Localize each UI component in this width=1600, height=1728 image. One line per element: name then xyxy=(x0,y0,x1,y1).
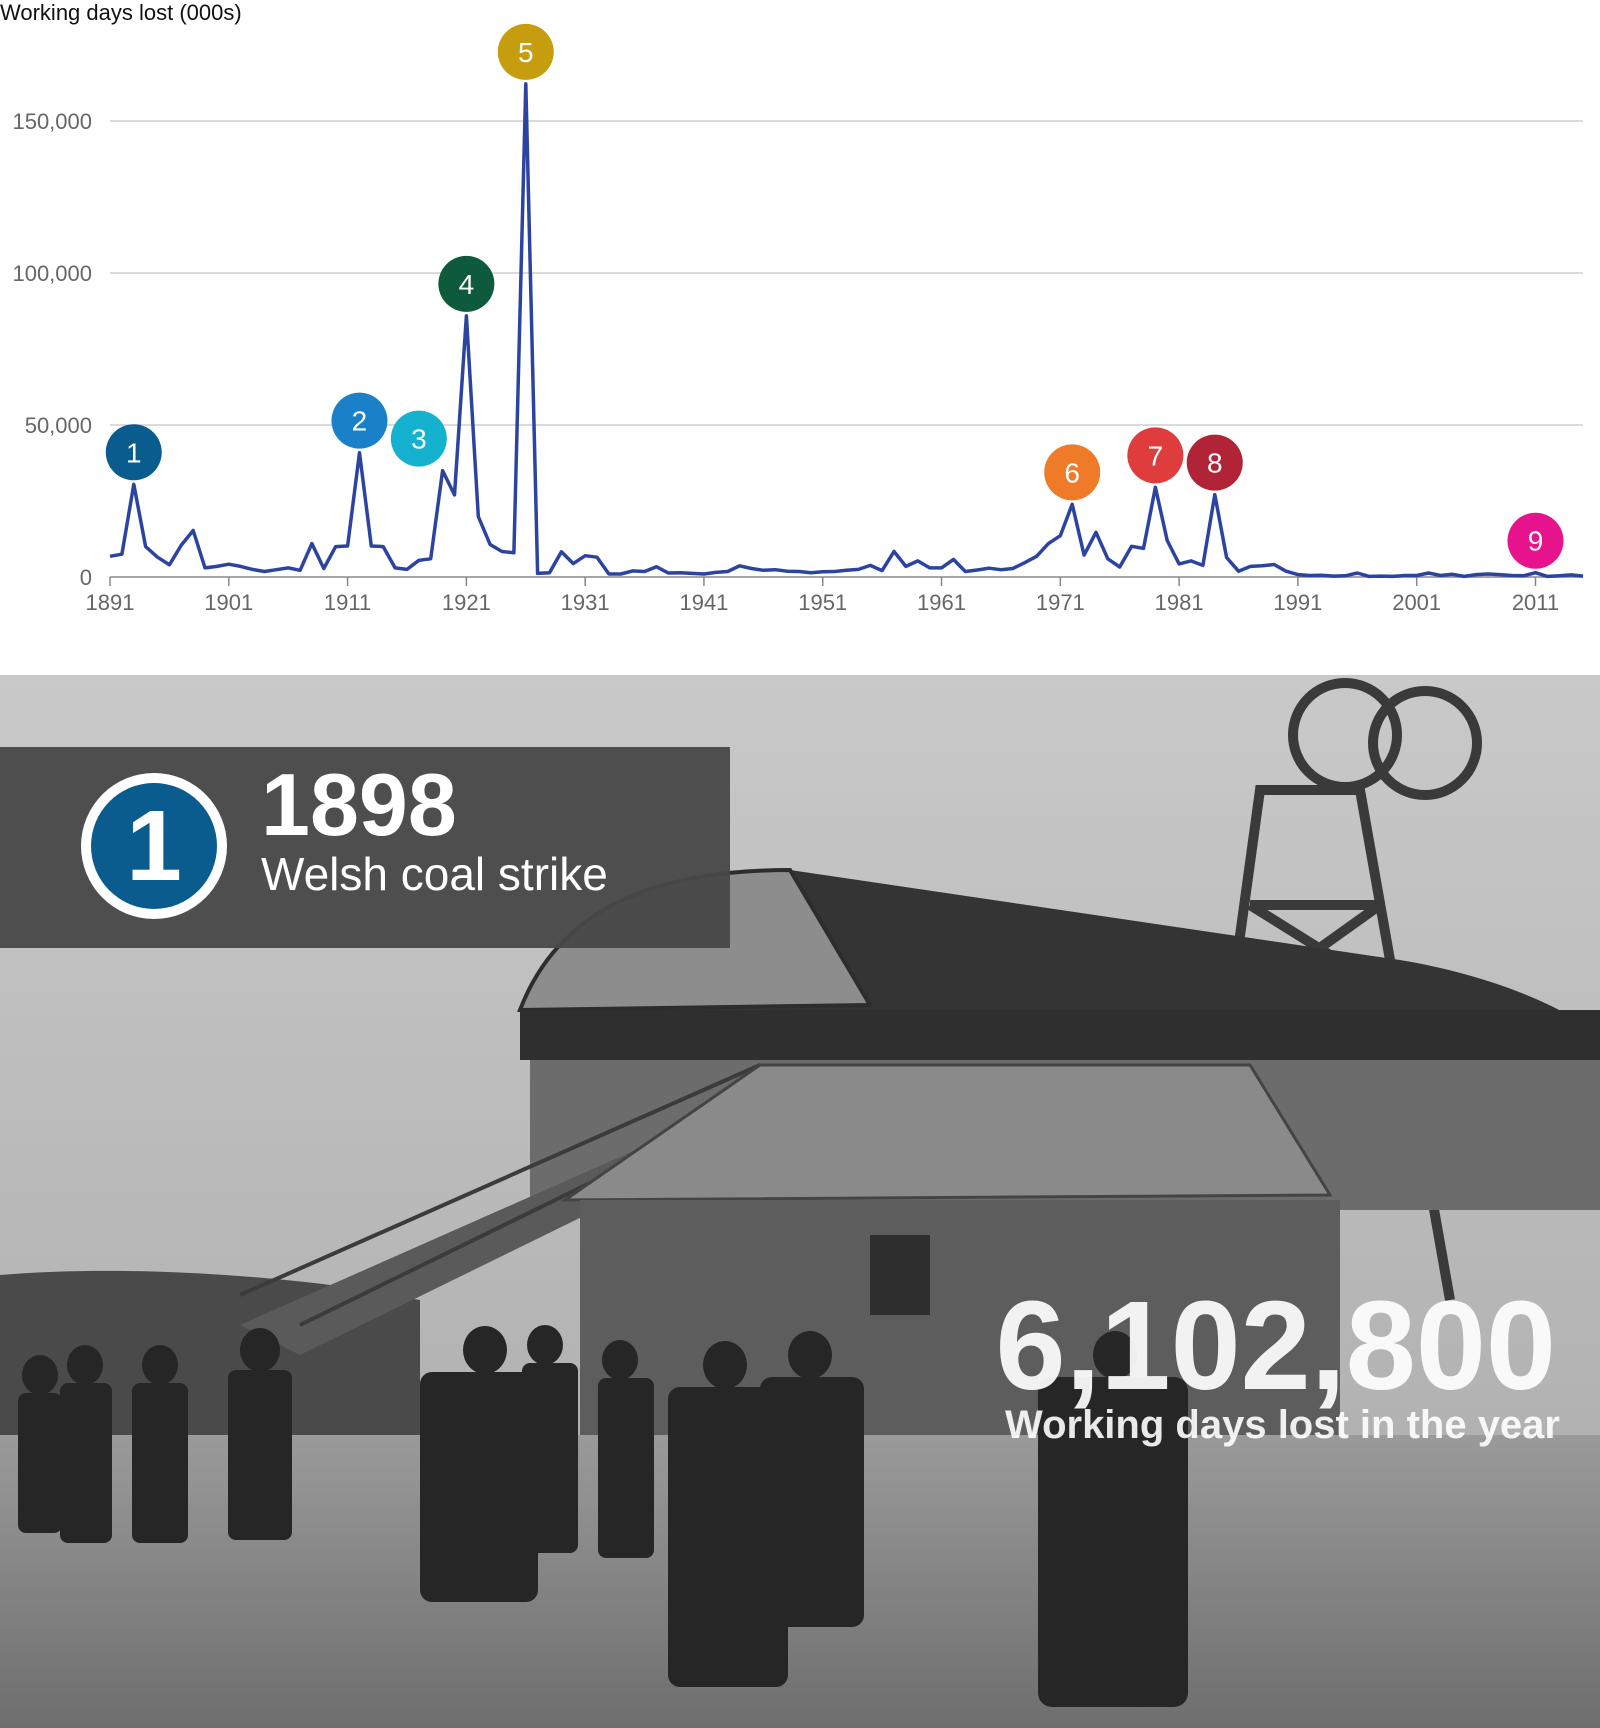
event-marker-label: 5 xyxy=(518,37,534,68)
event-card: 1 1898 Welsh coal strike xyxy=(0,747,730,948)
gridlines xyxy=(110,120,1583,426)
event-marker-label: 1 xyxy=(126,437,142,468)
stat-value: 6,102,800 xyxy=(995,1275,1556,1416)
event-number-badge: 1 xyxy=(81,773,227,919)
event-number: 1 xyxy=(91,783,217,909)
event-marker-9[interactable]: 9 xyxy=(1507,512,1564,569)
line-chart: 050,000100,000150,000 1891 1901 1911 1921 19… xyxy=(12,23,1584,615)
event-marker-label: 3 xyxy=(411,424,427,455)
x-tick-label: 1901 xyxy=(204,590,253,615)
stat-label: Working days lost in the year xyxy=(1005,1403,1560,1447)
event-title: Welsh coal strike xyxy=(261,848,608,900)
y-tick-label: 0 xyxy=(80,565,92,590)
event-marker-label: 8 xyxy=(1207,448,1223,479)
x-tick-label: 1991 xyxy=(1273,590,1322,615)
series-line-path xyxy=(109,82,1584,579)
y-tick-label: 50,000 xyxy=(25,413,92,438)
event-marker-6[interactable]: 6 xyxy=(1044,444,1101,501)
colliery-photo-panel: 1 1898 Welsh coal strike 6,102,800 Worki… xyxy=(0,675,1600,1728)
event-marker-5[interactable]: 5 xyxy=(497,23,554,80)
event-marker-8[interactable]: 8 xyxy=(1186,434,1243,491)
x-tick-label: 1921 xyxy=(442,590,491,615)
series-line xyxy=(109,82,1584,579)
x-axis: 1891 1901 1911 1921 1931 1941 1951 1961 1971 1981… xyxy=(86,576,1583,615)
event-year: 1898 xyxy=(261,755,457,854)
event-marker-label: 9 xyxy=(1528,526,1544,557)
x-tick-label: 1961 xyxy=(917,590,966,615)
y-tick-label: 100,000 xyxy=(12,261,92,286)
event-marker-2[interactable]: 2 xyxy=(331,392,388,449)
x-tick-label: 1981 xyxy=(1155,590,1204,615)
event-marker-4[interactable]: 4 xyxy=(438,255,495,312)
y-tick-label: 150,000 xyxy=(12,109,92,134)
event-marker-label: 7 xyxy=(1148,440,1164,471)
event-marker-3[interactable]: 3 xyxy=(390,410,447,467)
event-marker-7[interactable]: 7 xyxy=(1127,427,1184,484)
event-marker-label: 6 xyxy=(1064,457,1080,488)
x-tick-label: 2001 xyxy=(1392,590,1441,615)
x-tick-label: 2011 xyxy=(1512,590,1559,615)
x-tick-label: 1931 xyxy=(561,590,610,615)
chart-section: Working days lost (000s) 0 50,000 100,000 1… xyxy=(0,0,1600,675)
event-markers[interactable]: 1 2 3 4 5 6 7 8 9 xyxy=(105,23,1564,569)
x-tick-label: 1941 xyxy=(679,590,728,615)
x-tick-label: 1951 xyxy=(798,590,847,615)
event-marker-label: 2 xyxy=(352,406,368,437)
event-marker-label: 4 xyxy=(459,269,475,300)
x-tick-label: 1911 xyxy=(324,590,371,615)
event-marker-1[interactable]: 1 xyxy=(105,424,162,481)
x-tick-label: 1971 xyxy=(1036,590,1085,615)
x-tick-label: 1891 xyxy=(86,590,135,615)
y-axis-ticks: 0 50,000 100,000 150,000 xyxy=(12,109,92,590)
